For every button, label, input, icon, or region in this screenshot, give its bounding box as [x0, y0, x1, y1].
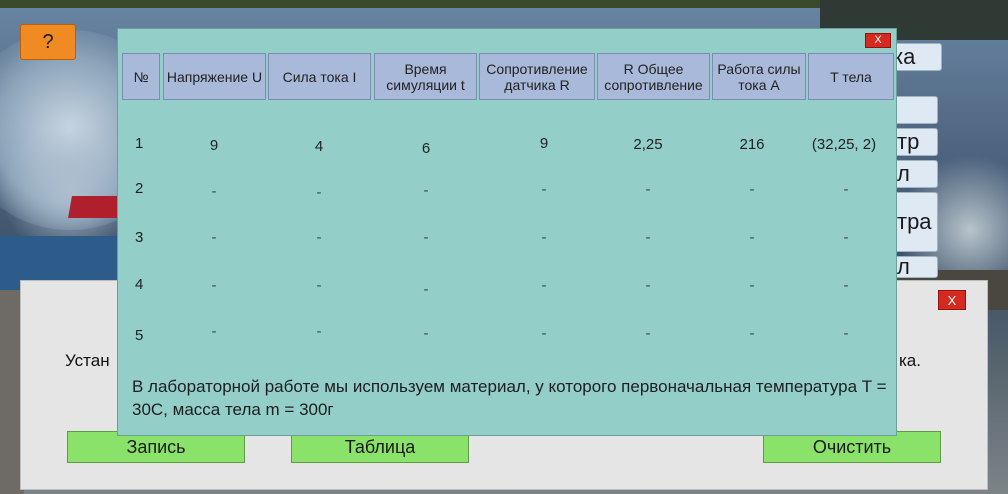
table-cell: -: [423, 325, 429, 342]
clear-button-label: Очистить: [812, 436, 892, 457]
table-cell: -: [316, 323, 322, 340]
table-cell: -: [316, 277, 322, 294]
help-button-label: ?: [42, 30, 54, 53]
table-cell: -: [541, 277, 547, 294]
dialog-text-end: ка.: [899, 351, 921, 370]
table-cell: -: [749, 181, 755, 198]
table-cell: -: [423, 281, 429, 298]
table-cell: -: [645, 277, 651, 294]
table-cell: -: [423, 229, 429, 246]
header-time: Время симуляции t: [374, 53, 477, 100]
table-cell: -: [541, 181, 547, 198]
dialog-close-button[interactable]: X: [938, 290, 966, 310]
table-cell: -: [843, 181, 849, 198]
dialog-text-start: Устан: [65, 351, 110, 370]
table-cell: 4: [314, 138, 324, 155]
side-button-label: тр: [897, 129, 920, 154]
header-sensor-resistance: Сопротивление датчика R: [479, 53, 595, 100]
table-cell: -: [749, 277, 755, 294]
record-button-label: Запись: [126, 436, 186, 457]
side-button-label: л: [897, 256, 910, 278]
row-number: 1: [135, 135, 144, 152]
header-body-temperature: T тела: [808, 53, 894, 100]
side-button-label: л: [897, 161, 910, 186]
table-cell: -: [211, 277, 217, 294]
table-cell: -: [843, 277, 849, 294]
close-icon: X: [947, 292, 957, 308]
table-cell: -: [316, 229, 322, 246]
close-icon: X: [874, 34, 882, 46]
table-cell: 216: [739, 136, 765, 153]
table-cell: -: [316, 184, 322, 201]
table-cell: 9: [539, 135, 549, 152]
table-cell: -: [541, 229, 547, 246]
header-work: Работа силы тока A: [712, 53, 806, 100]
table-button-label: Таблица: [344, 436, 416, 457]
lab-note: В лабораторной работе мы используем мате…: [132, 377, 887, 419]
table-cell: -: [843, 229, 849, 246]
header-total-resistance: R Общее сопротивление: [597, 53, 710, 100]
side-button-label: тра: [897, 209, 932, 234]
header-current: Сила тока I: [268, 53, 371, 100]
table-cell: -: [645, 229, 651, 246]
header-number: №: [122, 53, 160, 100]
help-button[interactable]: ?: [20, 24, 76, 60]
table-cell: 9: [209, 137, 219, 154]
table-cell: -: [749, 229, 755, 246]
table-close-button[interactable]: X: [865, 33, 891, 48]
table-cell: -: [749, 325, 755, 342]
header-voltage: Напряжение U: [163, 53, 266, 100]
table-cell: -: [843, 325, 849, 342]
table-cell: (32,25, 2): [811, 136, 877, 153]
table-cell: -: [423, 182, 429, 199]
table-cell: -: [211, 183, 217, 200]
table-cell: -: [541, 325, 547, 342]
table-cell: -: [211, 229, 217, 246]
row-number: 2: [135, 180, 144, 197]
table-cell: -: [645, 325, 651, 342]
row-number: 4: [135, 276, 144, 293]
side-button-2[interactable]: [890, 96, 938, 124]
table-cell: -: [211, 323, 217, 340]
table-cell: -: [645, 181, 651, 198]
row-number: 5: [135, 327, 144, 344]
table-cell: 6: [421, 140, 431, 157]
row-number: 3: [135, 229, 144, 246]
results-table-panel: X № Напряжение U Сила тока I Время симул…: [117, 28, 897, 436]
table-cell: 2,25: [633, 136, 663, 153]
